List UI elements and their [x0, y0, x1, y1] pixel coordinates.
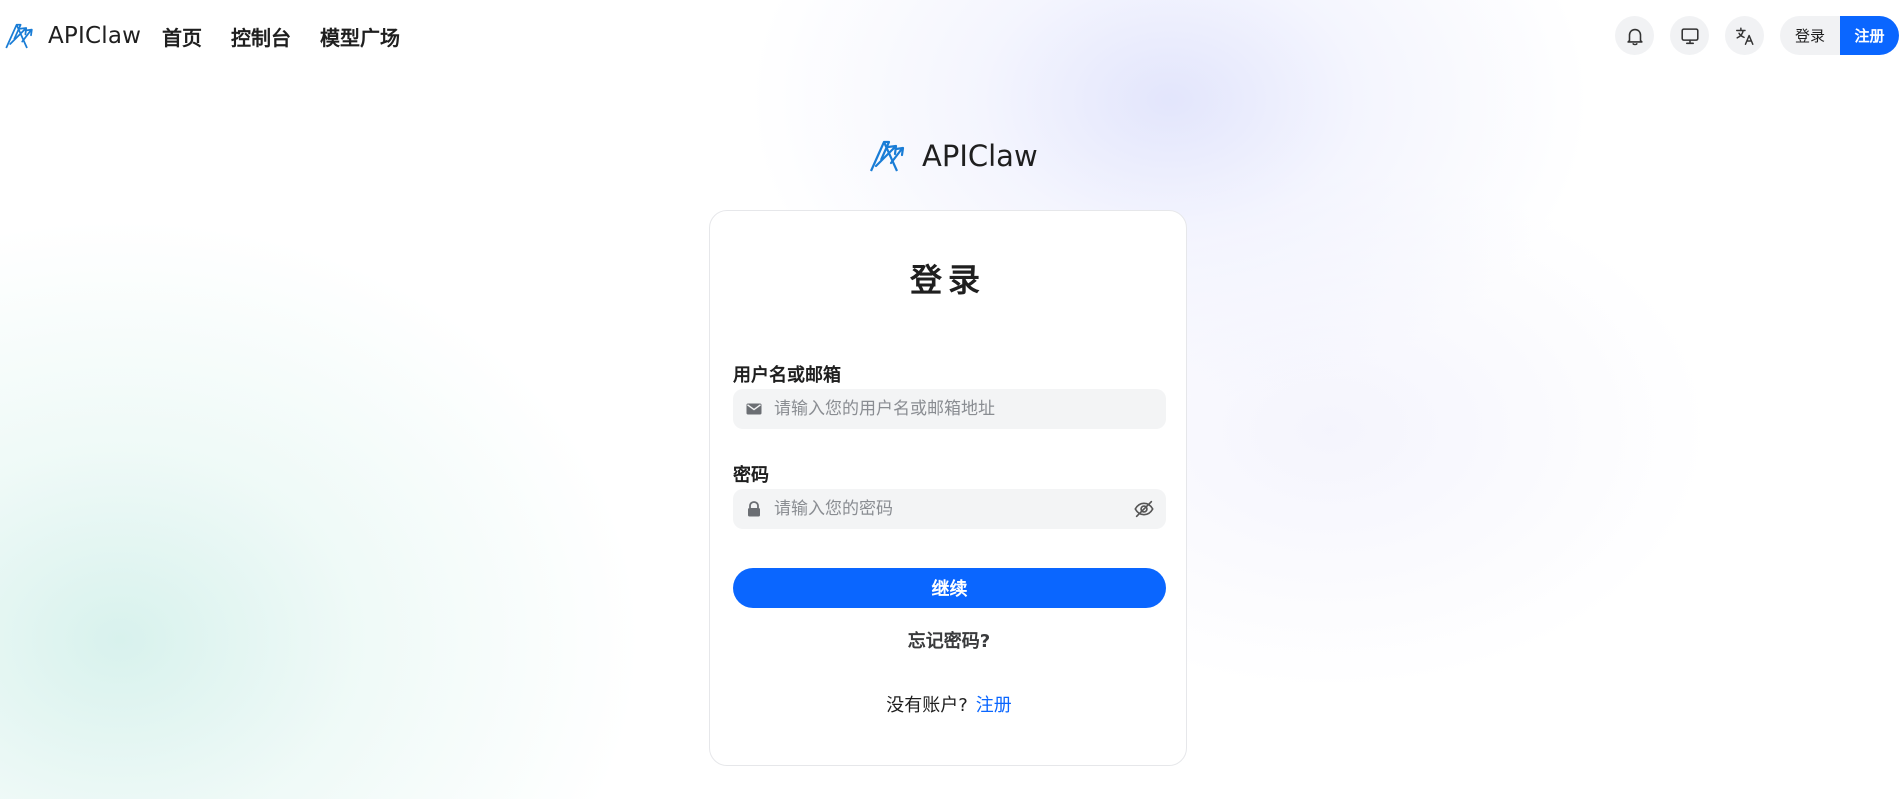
header-login-button[interactable]: 登录	[1780, 16, 1840, 55]
translate-icon	[1735, 26, 1754, 45]
theme-display-button[interactable]	[1670, 16, 1709, 55]
auth-buttons: 登录 注册	[1780, 16, 1899, 55]
apiclaw-logo-icon	[5, 23, 33, 49]
brand[interactable]: APIClaw	[3, 19, 141, 53]
nav-item-home[interactable]: 首页	[162, 22, 202, 51]
nav-item-console[interactable]: 控制台	[231, 22, 291, 51]
main-nav: 首页 控制台 模型广场	[162, 20, 429, 52]
login-title: 登录	[909, 261, 986, 299]
toggle-password-visibility-button[interactable]	[1132, 497, 1156, 521]
brand-name: APIClaw	[48, 23, 142, 49]
monitor-icon	[1680, 27, 1699, 44]
password-input[interactable]	[774, 490, 1132, 528]
signup-link[interactable]: 注册	[976, 695, 1012, 716]
continue-button[interactable]: 继续	[733, 568, 1166, 608]
nav-item-model-square[interactable]: 模型广场	[320, 22, 400, 51]
username-input[interactable]	[774, 390, 1166, 428]
apiclaw-logo-icon	[869, 140, 905, 172]
mail-icon	[745, 400, 763, 418]
top-header: APIClaw 首页 控制台 模型广场 登录 注册	[0, 0, 1900, 72]
notifications-button[interactable]	[1615, 16, 1654, 55]
signup-row: 没有账户? 注册	[710, 691, 1188, 717]
password-label: 密码	[733, 465, 769, 486]
eye-off-icon	[1134, 500, 1154, 518]
lock-icon	[745, 500, 763, 518]
username-field	[733, 389, 1166, 429]
forgot-password-link[interactable]: 忘记密码?	[710, 627, 1188, 653]
bell-icon	[1626, 28, 1643, 45]
password-field	[733, 489, 1166, 529]
username-label: 用户名或邮箱	[733, 365, 841, 386]
language-button[interactable]	[1725, 16, 1764, 55]
center-brand-name: APIClaw	[922, 139, 1038, 173]
no-account-text: 没有账户?	[886, 695, 968, 716]
header-register-button[interactable]: 注册	[1840, 16, 1899, 55]
center-brand: APIClaw	[867, 135, 1038, 177]
login-card: 登录 用户名或邮箱 密码 继续 忘记密码? 没	[709, 210, 1187, 766]
